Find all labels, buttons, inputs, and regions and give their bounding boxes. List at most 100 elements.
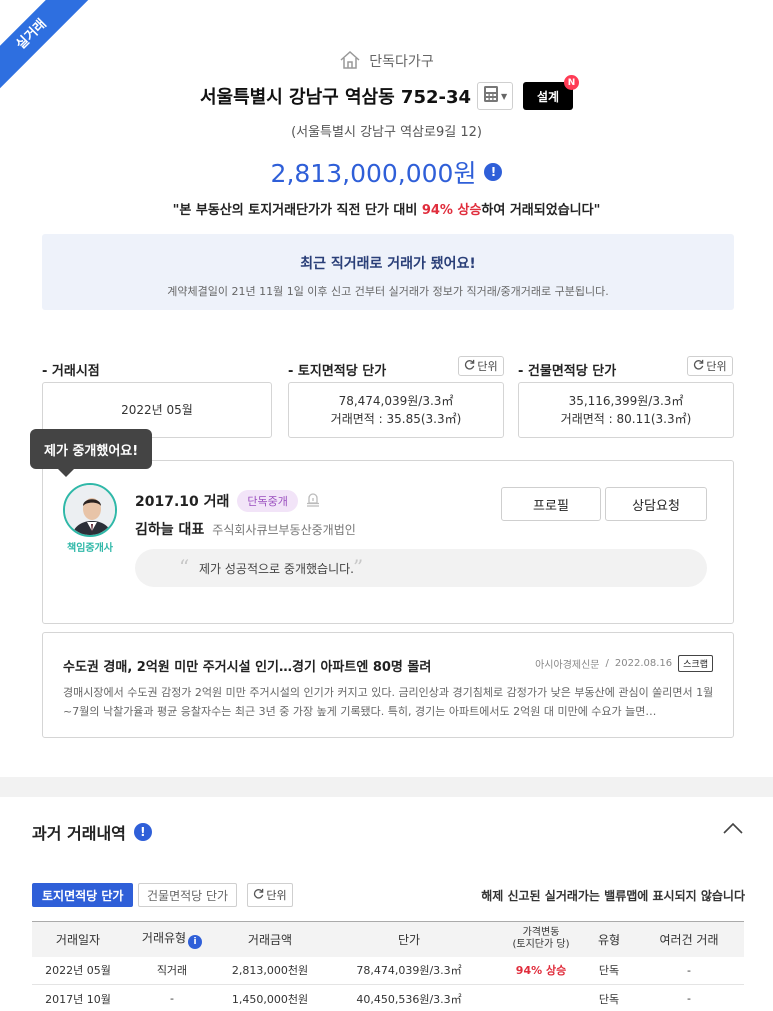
table-header-row: 거래일자 거래유형 i 거래금액 단가 가격변동 (토지단가 당) 유형 여러건 … bbox=[32, 921, 744, 957]
col-multi: 여러건 거래 bbox=[634, 921, 744, 957]
design-button-label: 설계 bbox=[536, 89, 560, 104]
col-kind: 유형 bbox=[584, 921, 634, 957]
history-title-text: 과거 거래내역 bbox=[32, 824, 126, 843]
refresh-icon bbox=[693, 359, 704, 373]
address-title: 서울특별시 강남구 역삼동 752-34 bbox=[199, 87, 472, 108]
news-date: 2022.08.16 bbox=[614, 658, 673, 669]
cell-date: 2022년 05월 bbox=[32, 956, 124, 985]
summary-highlight: 94% 상승 bbox=[421, 203, 482, 218]
scrap-button[interactable]: 스크랩 bbox=[678, 655, 713, 672]
agent-company: 주식회사큐브부동산중개법인 bbox=[212, 522, 356, 537]
refresh-icon bbox=[464, 359, 475, 373]
cell-type: - bbox=[124, 984, 220, 1011]
alert-icon[interactable] bbox=[306, 491, 320, 511]
close-quote-icon: ” bbox=[353, 555, 364, 579]
notice-subtitle: 계약체결일이 21년 11월 1일 이후 신고 건부터 실거래가 정보가 직거래… bbox=[167, 285, 609, 298]
history-title: 과거 거래내역 ! bbox=[32, 820, 152, 844]
land-unit-toggle-button[interactable]: 단위 bbox=[458, 356, 504, 376]
cell-amount: 2,813,000천원 bbox=[220, 956, 320, 985]
table-row[interactable]: 2022년 05월 직거래 2,813,000천원 78,474,039원/3.… bbox=[32, 956, 744, 985]
price-summary: "본 부동산의 토지거래단가가 직전 단가 대비 94% 상승하여 거래되었습니… bbox=[0, 199, 773, 218]
chevron-up-icon[interactable] bbox=[722, 818, 744, 840]
cell-unit-price: 78,474,039원/3.3㎡ bbox=[320, 956, 498, 985]
col-type-label: 거래유형 bbox=[141, 931, 187, 946]
land-unit-price-label: - 토지면적당 단가 bbox=[288, 364, 387, 379]
cell-date: 2017년 10월 bbox=[32, 984, 124, 1011]
summary-text: "본 부동산의 토지거래단가가 직전 단가 대비 bbox=[172, 203, 422, 218]
col-type: 거래유형 i bbox=[124, 921, 220, 957]
consult-request-button[interactable]: 상담요청 bbox=[605, 487, 707, 521]
summary-text-end: 하여 거래되었습니다" bbox=[481, 203, 601, 218]
property-type-label: 단독다가구 bbox=[369, 54, 434, 70]
agent-name-line: 김하늘 대표 주식회사큐브부동산중개법인 bbox=[135, 519, 356, 539]
info-icon[interactable]: ! bbox=[484, 163, 503, 181]
land-unit-price: 78,474,039원/3.3㎡ bbox=[338, 394, 454, 408]
agent-card: 책임중개사 2017.10 거래 단독중개 김하늘 대표 주식회사큐브부동산중개… bbox=[42, 460, 734, 624]
home-icon bbox=[339, 50, 361, 74]
building-unit-price-box: 35,116,399원/3.3㎡ 거래면적 : 80.11(3.3㎡) bbox=[518, 382, 734, 438]
cell-multi: - bbox=[634, 984, 744, 1011]
news-meta: 아시아경제신문 / 2022.08.16 스크랩 bbox=[535, 655, 713, 672]
section-divider bbox=[0, 777, 773, 797]
cell-amount: 1,450,000천원 bbox=[220, 984, 320, 1011]
col-price-change: 가격변동 (토지단가 당) bbox=[498, 921, 584, 957]
news-card[interactable]: 수도권 경매, 2억원 미만 주거시설 인기…경기 아파트엔 80명 몰려 아시… bbox=[42, 632, 734, 738]
notice-title: 최근 직거래로 거래가 됐어요! bbox=[300, 256, 476, 272]
building-unit-toggle-button[interactable]: 단위 bbox=[687, 356, 733, 376]
building-unit-price: 35,116,399원/3.3㎡ bbox=[568, 394, 684, 408]
ribbon-label: 실거래 bbox=[0, 0, 90, 90]
land-trade-area: 거래면적 : 35.85(3.3㎡) bbox=[330, 412, 462, 426]
news-title[interactable]: 수도권 경매, 2억원 미만 주거시설 인기…경기 아파트엔 80명 몰려 bbox=[63, 656, 431, 675]
calculator-icon bbox=[483, 85, 499, 107]
calculator-button[interactable]: ▼ bbox=[477, 82, 514, 110]
cell-price-change: 94% 상승 bbox=[498, 956, 584, 985]
cell-multi: - bbox=[634, 956, 744, 985]
col-unit-price: 단가 bbox=[320, 921, 498, 957]
cell-kind: 단독 bbox=[584, 984, 634, 1011]
cell-kind: 단독 bbox=[584, 956, 634, 985]
direct-trade-notice: 최근 직거래로 거래가 됐어요! 계약체결일이 21년 11월 1일 이후 신고… bbox=[42, 234, 734, 310]
info-icon[interactable]: i bbox=[188, 935, 203, 950]
corner-ribbon: 실거래 bbox=[0, 0, 90, 90]
history-unit-toggle-button[interactable]: 단위 bbox=[247, 883, 293, 907]
col-amount: 거래금액 bbox=[220, 921, 320, 957]
col-date: 거래일자 bbox=[32, 921, 124, 957]
deal-line: 2017.10 거래 단독중개 bbox=[135, 490, 320, 512]
chevron-down-icon: ▼ bbox=[500, 91, 508, 101]
tab-land-unit-price[interactable]: 토지면적당 단가 bbox=[32, 883, 134, 907]
land-unit-price-box: 78,474,039원/3.3㎡ 거래면적 : 35.85(3.3㎡) bbox=[288, 382, 504, 438]
agent-quote: “ 제가 성공적으로 중개했습니다. ” bbox=[135, 549, 707, 587]
refresh-icon bbox=[253, 888, 264, 902]
agent-tooltip: 제가 중개했어요! bbox=[30, 429, 153, 477]
property-type: 단독다가구 bbox=[0, 50, 773, 74]
unit-label: 단위 bbox=[706, 360, 727, 373]
agent-name: 김하늘 대표 bbox=[135, 522, 205, 538]
table-row[interactable]: 2017년 10월 - 1,450,000천원 40,450,536원/3.3㎡… bbox=[32, 984, 744, 1011]
info-icon[interactable]: ! bbox=[133, 823, 152, 841]
building-unit-price-label: - 건물면적당 단가 bbox=[518, 364, 617, 379]
building-trade-area: 거래면적 : 80.11(3.3㎡) bbox=[560, 412, 692, 426]
cell-type: 직거래 bbox=[124, 956, 220, 985]
open-quote-icon: “ bbox=[179, 555, 190, 579]
deal-date: 2017.10 거래 bbox=[135, 494, 230, 510]
deal-type-badge: 단독중개 bbox=[237, 490, 298, 512]
trade-price: 2,813,000,000원 bbox=[270, 159, 477, 188]
profile-button[interactable]: 프로필 bbox=[501, 487, 601, 521]
new-badge: N bbox=[564, 75, 580, 90]
road-address: (서울특별시 강남구 역삼로9길 12) bbox=[291, 125, 482, 140]
news-body: 경매시장에서 수도권 감정가 2억원 미만 주거시설의 인기가 커지고 있다. … bbox=[63, 686, 714, 718]
cell-price-change bbox=[498, 984, 584, 1011]
unit-label: 단위 bbox=[266, 889, 287, 902]
address-row: 서울특별시 강남구 역삼동 752-34 ▼ 설계 N bbox=[0, 75, 773, 110]
history-note: 해제 신고된 실거래가는 밸류맵에 표시되지 않습니다 bbox=[481, 889, 745, 903]
trade-time-label: - 거래시점 bbox=[42, 364, 100, 379]
avatar[interactable] bbox=[63, 483, 117, 537]
col-price-change-line1: 가격변동 bbox=[522, 927, 560, 939]
quote-text: 제가 성공적으로 중개했습니다. bbox=[199, 561, 354, 576]
price-row: 2,813,000,000원 ! bbox=[0, 154, 773, 190]
design-button[interactable]: 설계 N bbox=[523, 75, 580, 110]
avatar-label: 책임중개사 bbox=[67, 543, 113, 554]
history-table: 거래일자 거래유형 i 거래금액 단가 가격변동 (토지단가 당) 유형 여러건 … bbox=[32, 921, 744, 1011]
news-separator: / bbox=[605, 658, 609, 669]
tab-building-unit-price[interactable]: 건물면적당 단가 bbox=[138, 883, 238, 907]
